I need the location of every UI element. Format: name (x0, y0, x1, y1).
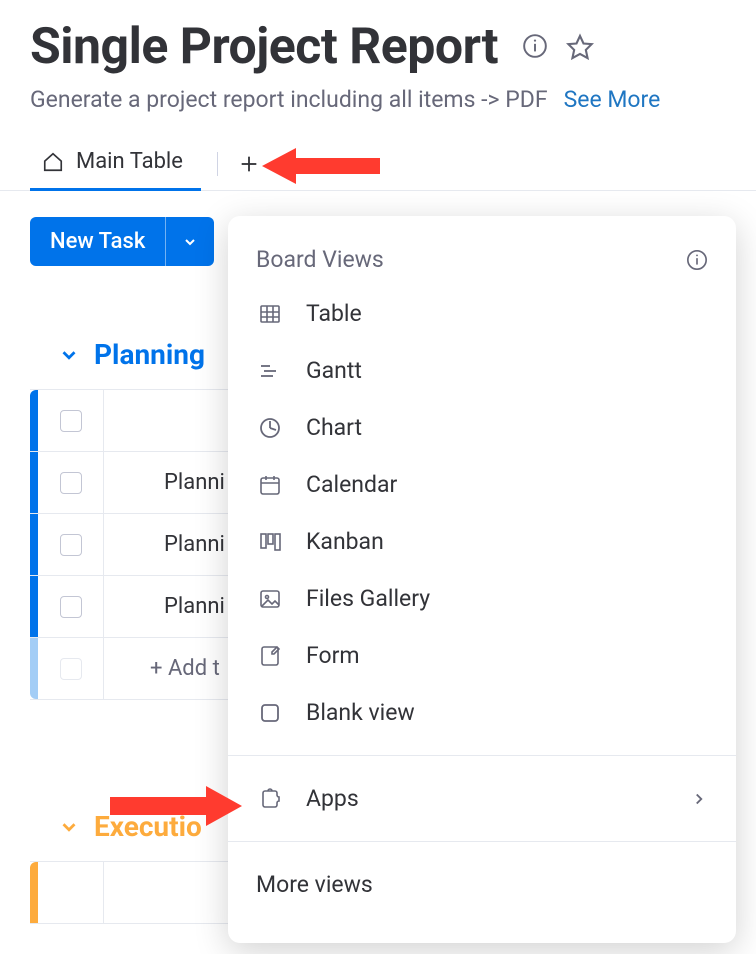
new-task-label[interactable]: New Task (30, 217, 165, 266)
row-checkbox[interactable] (60, 534, 82, 556)
see-more-link[interactable]: See More (564, 86, 661, 113)
apps-icon (256, 787, 284, 811)
popup-divider (228, 755, 736, 756)
chevron-down-icon (58, 344, 80, 366)
group-title: Executio (94, 810, 202, 843)
info-icon[interactable] (686, 249, 708, 271)
add-view-button[interactable] (234, 153, 264, 175)
select-all-checkbox[interactable] (60, 410, 82, 432)
popup-divider (228, 841, 736, 842)
new-task-button[interactable]: New Task (30, 217, 214, 266)
view-option-blank[interactable]: Blank view (228, 684, 736, 741)
view-label: Chart (306, 414, 362, 441)
home-icon (42, 151, 64, 173)
row-checkbox[interactable] (60, 472, 82, 494)
view-option-files[interactable]: Files Gallery (228, 570, 736, 627)
view-option-apps[interactable]: Apps (228, 770, 736, 827)
row-checkbox (60, 658, 82, 680)
page-title: Single Project Report (30, 18, 498, 76)
row-name[interactable]: Planni (104, 470, 225, 495)
kanban-icon (256, 530, 284, 554)
view-option-more[interactable]: More views (228, 856, 736, 913)
view-label: Blank view (306, 699, 415, 726)
calendar-icon (256, 473, 284, 497)
view-option-form[interactable]: Form (228, 627, 736, 684)
gantt-icon (256, 359, 284, 383)
chart-icon (256, 416, 284, 440)
view-label: Kanban (306, 528, 384, 555)
files-icon (256, 587, 284, 611)
view-label: More views (256, 871, 373, 898)
popup-title: Board Views (256, 246, 384, 273)
add-task-label[interactable]: + Add t (104, 656, 220, 681)
chevron-right-icon (690, 790, 708, 808)
star-icon[interactable] (566, 33, 594, 61)
form-icon (256, 644, 284, 668)
row-checkbox[interactable] (60, 596, 82, 618)
view-label: Gantt (306, 357, 362, 384)
view-label: Files Gallery (306, 585, 430, 612)
view-option-calendar[interactable]: Calendar (228, 456, 736, 513)
tab-main-table[interactable]: Main Table (30, 137, 201, 191)
board-views-popup: Board Views Table Gantt Chart Calendar K… (228, 216, 736, 943)
page-subtitle: Generate a project report including all … (30, 86, 548, 113)
row-name[interactable]: Planni (104, 594, 225, 619)
chevron-down-icon (58, 816, 80, 838)
view-option-kanban[interactable]: Kanban (228, 513, 736, 570)
blank-icon (256, 701, 284, 725)
tab-separator (217, 152, 218, 176)
tab-label: Main Table (76, 149, 183, 174)
view-option-table[interactable]: Table (228, 285, 736, 342)
row-name[interactable]: Planni (104, 532, 225, 557)
table-icon (256, 302, 284, 326)
view-option-gantt[interactable]: Gantt (228, 342, 736, 399)
view-label: Table (306, 300, 362, 327)
view-option-chart[interactable]: Chart (228, 399, 736, 456)
info-icon[interactable] (522, 33, 548, 61)
group-title: Planning (94, 338, 205, 371)
view-label: Form (306, 642, 360, 669)
view-label: Calendar (306, 471, 397, 498)
view-label: Apps (306, 785, 359, 812)
new-task-dropdown[interactable] (166, 217, 214, 266)
